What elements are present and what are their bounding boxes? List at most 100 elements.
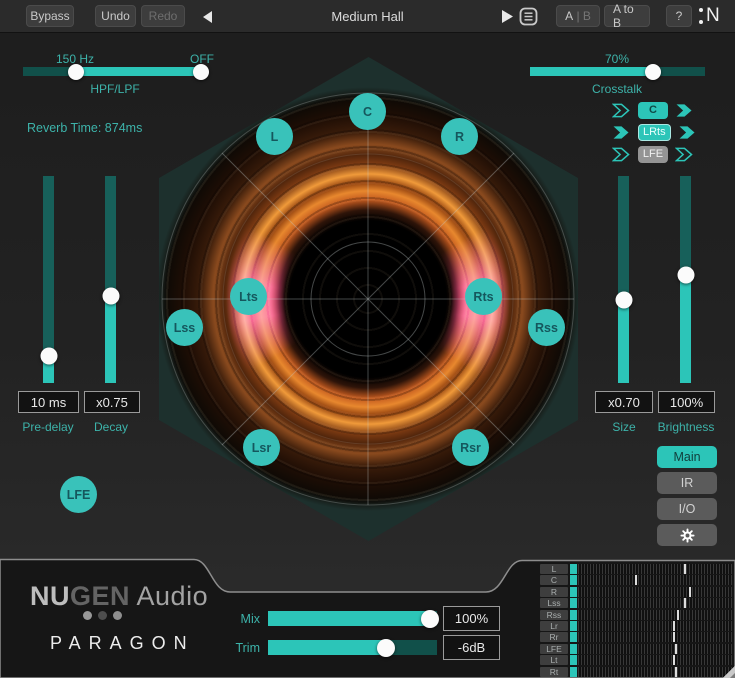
- speaker-node-lss[interactable]: Lss: [166, 309, 203, 346]
- route-in-chevron-outline[interactable]: [612, 103, 631, 118]
- meter-row-r: R: [540, 587, 732, 597]
- trim-value[interactable]: -6dB: [443, 635, 500, 660]
- speaker-node-lts[interactable]: Lts: [230, 278, 267, 315]
- pre-delay-value[interactable]: 10 ms: [18, 391, 79, 413]
- mix-handle[interactable]: [421, 610, 439, 628]
- meter-level: [570, 575, 577, 585]
- ab-compare-button[interactable]: A | B: [556, 5, 600, 27]
- meter-level: [570, 655, 577, 665]
- mix-slider[interactable]: [268, 611, 437, 626]
- preset-list-icon[interactable]: [519, 7, 538, 26]
- decay-value[interactable]: x0.75: [84, 391, 140, 413]
- crosstalk-slider[interactable]: [530, 67, 705, 76]
- next-preset-icon[interactable]: [501, 9, 513, 24]
- meter-bar: [578, 632, 732, 642]
- brand-dot: [98, 611, 107, 620]
- tab-io[interactable]: I/O: [657, 498, 717, 520]
- meter-peak: [673, 621, 675, 631]
- size-handle[interactable]: [615, 292, 632, 309]
- undo-button[interactable]: Undo: [95, 5, 136, 27]
- mix-value[interactable]: 100%: [443, 606, 500, 631]
- pre-delay-slider[interactable]: [43, 176, 54, 383]
- trim-handle[interactable]: [377, 639, 395, 657]
- crosstalk-handle[interactable]: [645, 64, 661, 80]
- speaker-node-rts[interactable]: Rts: [465, 278, 502, 315]
- speaker-node-r[interactable]: R: [441, 118, 478, 155]
- route-out-chevron-outline[interactable]: [675, 147, 694, 162]
- brightness-handle[interactable]: [677, 267, 694, 284]
- gear-icon: [680, 528, 695, 543]
- meter-row-lt: Lt: [540, 655, 732, 665]
- tab-ir[interactable]: IR: [657, 472, 717, 494]
- preset-name[interactable]: Medium Hall: [285, 0, 450, 33]
- decay-handle[interactable]: [102, 288, 119, 305]
- route-lrts-button[interactable]: LRts: [638, 124, 671, 141]
- size-value[interactable]: x0.70: [595, 391, 653, 413]
- resize-grip[interactable]: [723, 666, 735, 678]
- meter-label: LFE: [540, 644, 568, 654]
- meter-bar: [578, 575, 732, 585]
- meter-level: [570, 621, 577, 631]
- hpf-handle[interactable]: [68, 64, 84, 80]
- routing-row-lrts: LRts: [612, 123, 698, 141]
- meter-row-l: L: [540, 564, 732, 574]
- meter-bar: [578, 655, 732, 665]
- meter-peak: [673, 655, 675, 665]
- pre-delay-handle[interactable]: [40, 348, 57, 365]
- tab-main[interactable]: Main: [657, 446, 717, 468]
- meter-level: [570, 644, 577, 654]
- trim-slider[interactable]: [268, 640, 437, 655]
- route-out-chevron-solid[interactable]: [675, 103, 694, 118]
- meter-peak: [684, 564, 686, 574]
- decay-slider[interactable]: [105, 176, 116, 383]
- speaker-node-rss[interactable]: Rss: [528, 309, 565, 346]
- settings-button[interactable]: [657, 524, 717, 546]
- redo-button[interactable]: Redo: [141, 5, 185, 27]
- brightness-slider[interactable]: [680, 176, 691, 383]
- speaker-node-c[interactable]: C: [349, 93, 386, 130]
- route-in-chevron-outline[interactable]: [612, 147, 631, 162]
- previous-preset-icon[interactable]: [202, 10, 213, 24]
- help-button[interactable]: ?: [666, 5, 692, 27]
- meter-label: Lr: [540, 621, 568, 631]
- crosstalk-fill: [530, 67, 653, 76]
- brand-dot: [83, 611, 92, 620]
- route-out-chevron-solid[interactable]: [678, 125, 697, 140]
- size-fill: [618, 300, 629, 383]
- speaker-node-rsr[interactable]: Rsr: [452, 429, 489, 466]
- meter-row-rt: Rt: [540, 667, 732, 677]
- speaker-node-l[interactable]: L: [256, 118, 293, 155]
- meter-label: Lt: [540, 655, 568, 665]
- meter-level: [570, 610, 577, 620]
- meter-bar: [578, 621, 732, 631]
- routing-row-c: C: [612, 101, 698, 119]
- hpf-lpf-slider[interactable]: [23, 67, 207, 76]
- meter-row-rss: Rss: [540, 610, 732, 620]
- route-in-chevron-solid[interactable]: [612, 125, 631, 140]
- size-slider[interactable]: [618, 176, 629, 383]
- speaker-node-lfe[interactable]: LFE: [60, 476, 97, 513]
- brightness-value[interactable]: 100%: [658, 391, 715, 413]
- pre-delay-label: Pre-delay: [22, 420, 73, 434]
- crosstalk-value: 70%: [605, 52, 629, 66]
- speaker-node-lsr[interactable]: Lsr: [243, 429, 280, 466]
- lpf-handle[interactable]: [193, 64, 209, 80]
- route-c-button[interactable]: C: [638, 102, 668, 119]
- brightness-fill: [680, 275, 691, 383]
- meter-level: [570, 587, 577, 597]
- brand-audio: Audio: [130, 581, 208, 611]
- meter-level: [570, 632, 577, 642]
- bypass-button[interactable]: Bypass: [26, 5, 74, 27]
- meter-label: R: [540, 587, 568, 597]
- a-to-b-button[interactable]: A to B: [604, 5, 650, 27]
- nugen-logo-letter: N: [706, 6, 720, 25]
- meter-level: [570, 598, 577, 608]
- meter-row-lr: Lr: [540, 621, 732, 631]
- meter-row-lss: Lss: [540, 598, 732, 608]
- size-label: Size: [612, 420, 635, 434]
- meter-bar: [578, 587, 732, 597]
- route-lfe-button[interactable]: LFE: [638, 146, 668, 163]
- hpf-lpf-label: HPF/LPF: [90, 82, 139, 96]
- trim-label: Trim: [224, 641, 260, 655]
- hpf-lpf-fill: [76, 67, 201, 76]
